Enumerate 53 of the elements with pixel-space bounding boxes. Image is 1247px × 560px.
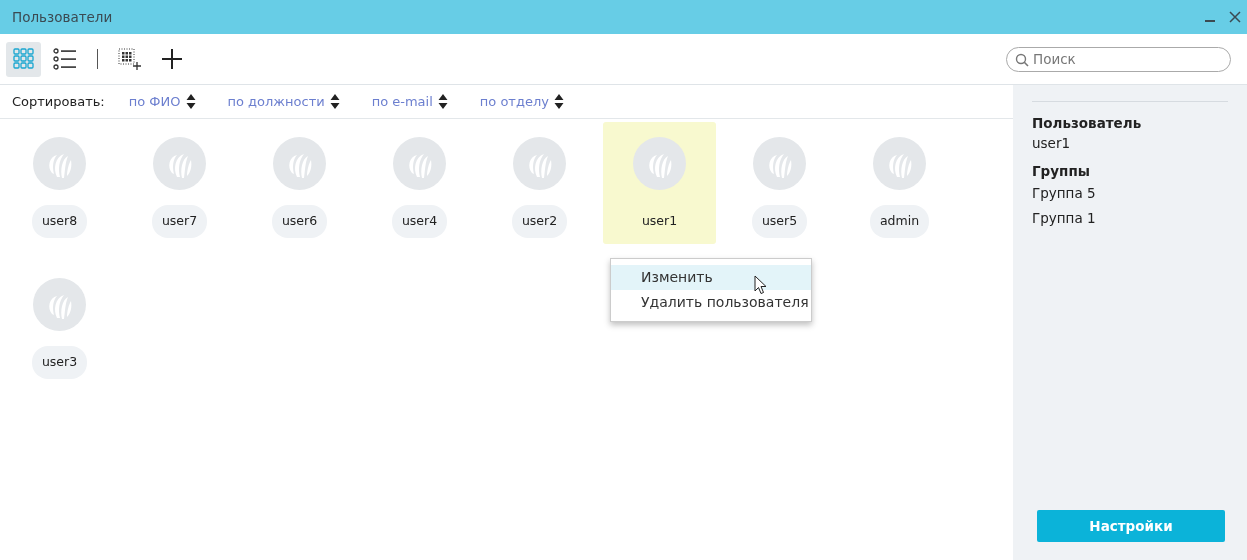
user-name: user5 [751, 205, 808, 238]
grid-icon [12, 48, 35, 70]
sort-icon [329, 93, 340, 110]
avatar-icon [633, 137, 686, 190]
user-tile[interactable]: user1 [603, 122, 716, 244]
sort-link[interactable]: по e-mail [371, 91, 448, 112]
plus-icon [160, 48, 183, 70]
user-tile[interactable]: user7 [123, 122, 236, 244]
group-name: Группа 1 [1032, 209, 1097, 228]
user-name: user7 [151, 205, 208, 238]
cursor-icon [754, 275, 768, 295]
window-title: Пользователи [11, 7, 113, 27]
search-icon [1015, 52, 1029, 67]
user-name: user6 [271, 205, 328, 238]
avatar-icon [753, 137, 806, 190]
sort-icon [553, 93, 564, 110]
sort-label: Сортировать: [12, 92, 105, 111]
avatar-icon [33, 278, 86, 331]
menu-item[interactable]: Изменить [611, 265, 811, 290]
search-field[interactable]: Поиск [1006, 46, 1231, 72]
user-name: user1 [640, 212, 679, 231]
avatar-icon [873, 137, 926, 190]
list-icon [53, 48, 77, 70]
user-tile[interactable]: user6 [243, 122, 356, 244]
user-tile[interactable]: user2 [483, 122, 596, 244]
user-name: user3 [31, 346, 88, 379]
grid-button[interactable] [6, 41, 41, 77]
user-tile[interactable]: user8 [3, 122, 116, 244]
user-tile[interactable]: user3 [3, 263, 116, 385]
sort-icon [185, 93, 196, 110]
avatar-icon [393, 137, 446, 190]
avatar-icon [33, 137, 86, 190]
avatar-icon [513, 137, 566, 190]
user-name: user4 [391, 205, 448, 238]
user-tile[interactable]: user5 [723, 122, 836, 244]
sort-link[interactable]: по отделу [479, 91, 564, 112]
user-name: user8 [31, 205, 88, 238]
group-name: Группа 5 [1032, 184, 1097, 203]
sort-link[interactable]: по должности [227, 91, 340, 112]
close-icon[interactable] [1228, 11, 1241, 23]
user-tile[interactable]: admin [843, 122, 956, 244]
menu-item[interactable]: Удалить пользователя [611, 290, 811, 315]
avatar-icon [273, 137, 326, 190]
user-name: user2 [511, 205, 568, 238]
select-all-icon [118, 47, 142, 71]
section-heading: Пользователь [1032, 114, 1143, 133]
avatar-icon [153, 137, 206, 190]
user-tile[interactable]: user4 [363, 122, 476, 244]
sort-link[interactable]: по ФИО [128, 91, 196, 112]
user-name: admin [869, 205, 930, 238]
user-name: user1 [1032, 134, 1072, 154]
sort-icon [437, 93, 448, 110]
section-heading: Группы [1032, 161, 1091, 181]
